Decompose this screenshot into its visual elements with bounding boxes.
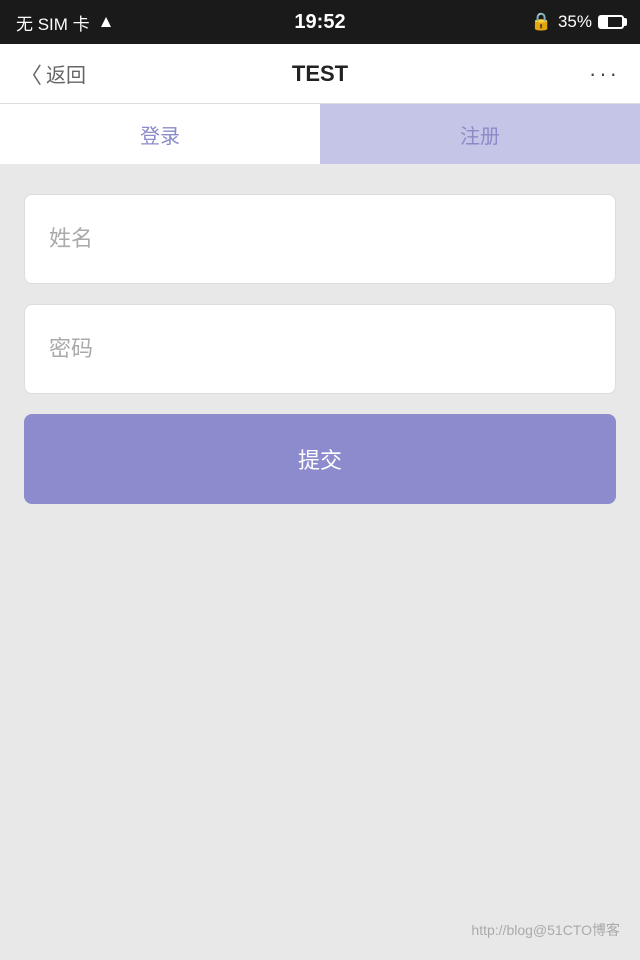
- status-left: 无 SIM 卡 ▲: [16, 10, 115, 35]
- page-title: TEST: [292, 61, 348, 87]
- nav-bar: 〈 返回 TEST ···: [0, 44, 640, 104]
- lock-icon: 🔒: [531, 12, 552, 32]
- more-button[interactable]: ···: [589, 61, 620, 87]
- carrier-text: 无 SIM 卡: [16, 10, 90, 35]
- tab-register[interactable]: 注册: [320, 104, 640, 164]
- tab-bar: 登录 注册: [0, 104, 640, 164]
- status-right: 🔒 35%: [531, 12, 624, 32]
- tab-login-label: 登录: [140, 120, 180, 149]
- wifi-icon: ▲: [98, 12, 115, 32]
- back-arrow-icon: 〈: [20, 58, 42, 90]
- submit-button[interactable]: 提交: [24, 414, 616, 504]
- password-input[interactable]: [24, 304, 616, 394]
- main-content: 提交: [0, 164, 640, 534]
- back-button[interactable]: 〈 返回: [20, 58, 86, 90]
- battery-percent: 35%: [558, 12, 592, 32]
- watermark: http://blog@51CTO博客: [471, 920, 620, 940]
- status-bar: 无 SIM 卡 ▲ 19:52 🔒 35%: [0, 0, 640, 44]
- tab-register-label: 注册: [460, 120, 500, 149]
- name-input[interactable]: [24, 194, 616, 284]
- tab-login[interactable]: 登录: [0, 104, 320, 164]
- back-label: 返回: [46, 59, 86, 88]
- status-time: 19:52: [294, 11, 345, 34]
- battery-icon: [598, 15, 624, 29]
- submit-label: 提交: [298, 443, 342, 475]
